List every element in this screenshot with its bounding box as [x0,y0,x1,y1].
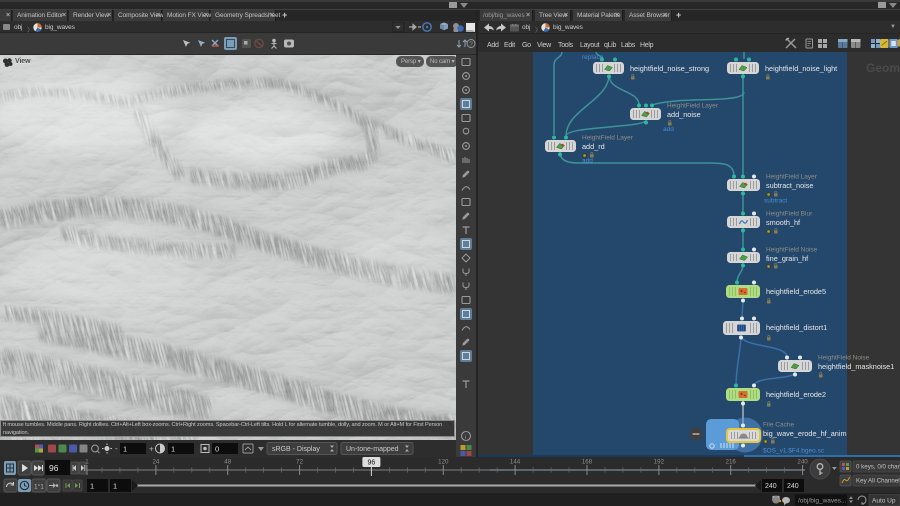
svg-text:/obj/big_waves...: /obj/big_waves... [798,498,847,505]
svg-text:?: ? [469,41,473,48]
svg-text:48: 48 [224,459,231,466]
svg-text:HeightField Blur: HeightField Blur [766,211,813,218]
svg-text:1: 1 [90,482,94,491]
svg-text:96: 96 [368,460,376,467]
svg-text:Auto Up: Auto Up [872,498,896,505]
svg-text:240: 240 [797,459,808,466]
svg-text:240: 240 [765,483,777,490]
svg-text:HeightField Layer: HeightField Layer [667,103,719,110]
svg-text:+: + [149,445,154,454]
svg-text:fine_grain_hf: fine_grain_hf [766,254,809,263]
svg-text:smooth_hf: smooth_hf [766,218,801,227]
svg-text:1°1: 1°1 [34,483,44,491]
svg-text:Un-tone-mapped: Un-tone-mapped [346,446,399,453]
svg-text:1: 1 [171,445,175,454]
svg-text:120: 120 [438,459,449,466]
svg-text:1: 1 [123,445,127,454]
svg-text:216: 216 [726,459,737,466]
svg-text:subtract_noise: subtract_noise [766,181,813,190]
svg-text:72: 72 [296,459,303,466]
svg-text:add_rd: add_rd [582,142,605,151]
svg-text:0 keys, 0/0 chan: 0 keys, 0/0 chan [856,464,900,471]
svg-text:Key All Channels: Key All Channels [856,478,900,485]
svg-text:add: add [663,126,674,133]
svg-text:add: add [582,158,593,165]
svg-text:240: 240 [787,483,799,490]
svg-text:HeightField Layer: HeightField Layer [766,174,818,181]
svg-text:heightfield_noise_strong: heightfield_noise_strong [630,64,709,73]
svg-text:-: - [115,444,118,453]
svg-text:heightfield_masknoise1: heightfield_masknoise1 [818,362,894,371]
svg-text:heightfield_noise_light: heightfield_noise_light [765,64,837,73]
svg-text:heightfield_erode2: heightfield_erode2 [766,390,826,399]
svg-text:subtract: subtract [764,198,787,205]
svg-text:sRGB - Display: sRGB - Display [272,446,320,453]
svg-text:192: 192 [654,459,665,466]
svg-text:heightfield_erode5: heightfield_erode5 [766,287,826,296]
svg-text:144: 144 [510,459,521,466]
svg-text:0: 0 [215,445,219,454]
svg-text:big_wave_erode_hf_anim: big_wave_erode_hf_anim [763,429,847,438]
svg-text:add_noise: add_noise [667,110,701,119]
svg-text:96: 96 [49,463,59,473]
svg-text:$OS_v1.$F4.bgeo.sc: $OS_v1.$F4.bgeo.sc [763,448,825,455]
svg-text:heightfield_distort1: heightfield_distort1 [766,323,827,332]
svg-text:168: 168 [582,459,593,466]
svg-text:HeightField Noise: HeightField Noise [766,247,818,254]
svg-text:replace: replace [582,54,604,61]
svg-text:HeightField Layer: HeightField Layer [582,135,634,142]
svg-text:HeightField Noise: HeightField Noise [818,355,870,362]
svg-text:1: 1 [85,459,89,466]
svg-text:1: 1 [113,482,117,491]
svg-text:File Cache: File Cache [763,422,794,429]
svg-text:i: i [465,434,466,441]
svg-text:24: 24 [152,459,159,466]
